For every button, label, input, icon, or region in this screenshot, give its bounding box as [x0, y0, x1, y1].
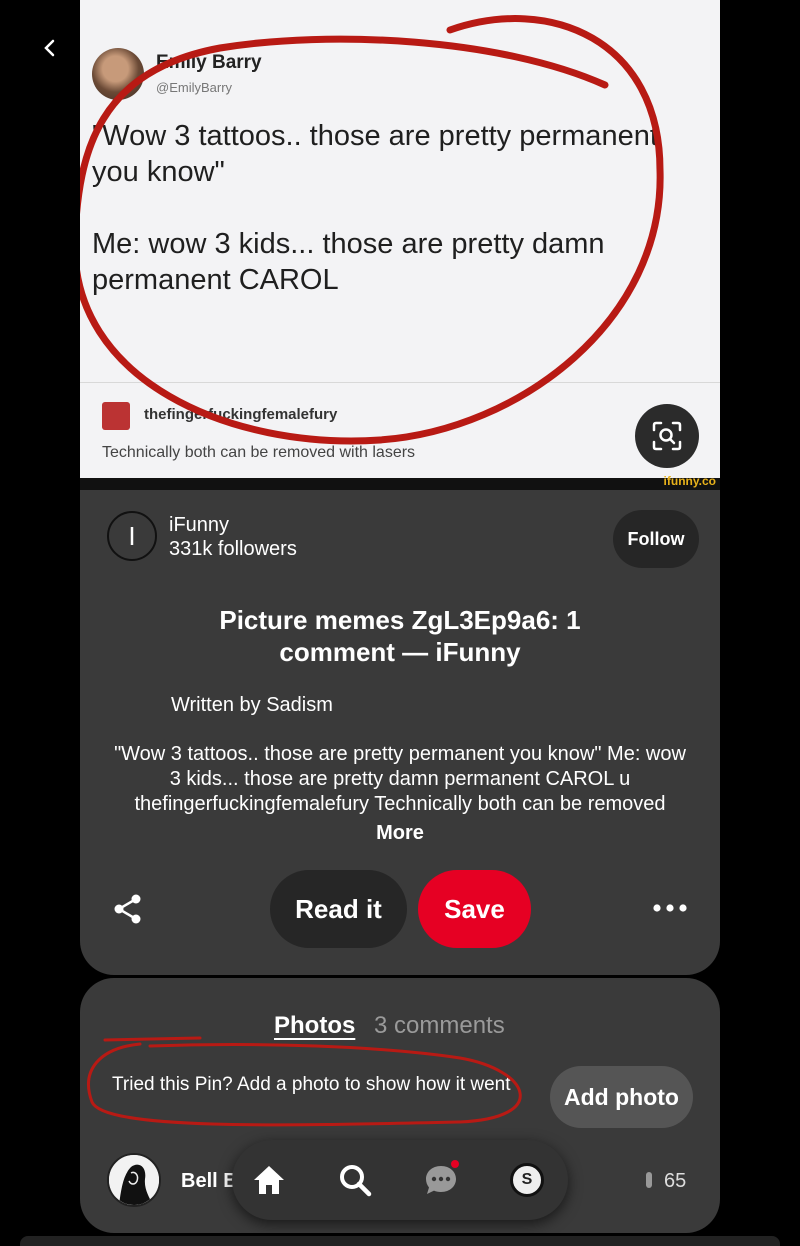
messages-icon — [426, 1166, 456, 1194]
tweet-avatar — [92, 48, 144, 100]
bottom-navigation-bar: S — [232, 1140, 568, 1220]
nav-messages[interactable] — [419, 1158, 463, 1202]
pin-title: Picture memes ZgL3Ep9a6: 1 comment — iFu… — [219, 605, 581, 667]
search-icon — [340, 1165, 372, 1197]
profile-icon: S — [510, 1163, 544, 1197]
like-icon[interactable] — [643, 1170, 655, 1192]
nav-home[interactable] — [247, 1158, 291, 1202]
avatar-sketch-icon — [109, 1155, 159, 1205]
reply-username: thefingerfuckingfemalefury — [144, 406, 338, 423]
chevron-left-icon — [44, 39, 55, 57]
nav-profile[interactable]: S — [505, 1158, 549, 1202]
commenter-avatar[interactable] — [107, 1153, 161, 1207]
more-options-button[interactable] — [645, 888, 695, 928]
share-button[interactable] — [105, 886, 151, 932]
reply-text: Technically both can be removed with las… — [102, 444, 416, 461]
pin-image[interactable]: Emily Barry @EmilyBarry "Wow 3 tattoos..… — [80, 0, 720, 490]
next-card-edge — [20, 1236, 780, 1246]
divider — [80, 382, 720, 383]
tweet-author-handle: @EmilyBarry — [156, 80, 233, 95]
home-icon — [254, 1166, 284, 1194]
tab-comments[interactable]: 3 comments — [374, 1012, 505, 1040]
visual-search-button[interactable] — [635, 404, 699, 468]
creator-followers: 331k followers — [169, 538, 297, 560]
share-icon — [114, 894, 141, 924]
follow-button[interactable]: Follow — [613, 510, 699, 568]
back-button[interactable] — [30, 28, 70, 68]
watermark: ifunny.co — [663, 474, 716, 488]
save-button[interactable]: Save — [418, 870, 531, 948]
pin-info-card: I iFunny 331k followers Follow Picture m… — [80, 490, 720, 975]
tweet-text: "Wow 3 tattoos.. those are pretty perman… — [92, 120, 658, 296]
commenter-name[interactable]: Bell B — [181, 1170, 238, 1193]
creator-name[interactable]: iFunny — [169, 514, 229, 537]
reply-avatar — [102, 402, 130, 430]
image-bottom-strip — [80, 478, 720, 490]
like-count: 65 — [664, 1170, 687, 1192]
read-it-button[interactable]: Read it — [270, 870, 407, 948]
tab-photos[interactable]: Photos — [274, 1012, 355, 1040]
tried-pin-prompt: Tried this Pin? Add a photo to show how … — [112, 1074, 511, 1095]
creator-avatar[interactable]: I — [107, 511, 157, 561]
more-dots-icon — [653, 904, 687, 912]
add-photo-button[interactable]: Add photo — [550, 1066, 693, 1128]
more-link[interactable]: More — [360, 822, 440, 845]
notification-dot — [451, 1160, 459, 1168]
written-by: Written by Sadism — [171, 694, 333, 716]
pin-description: "Wow 3 tattoos.. those are pretty perman… — [114, 743, 686, 815]
lens-search-icon — [652, 421, 682, 451]
tweet-author-name: Emily Barry — [156, 52, 262, 73]
nav-search[interactable] — [333, 1158, 377, 1202]
